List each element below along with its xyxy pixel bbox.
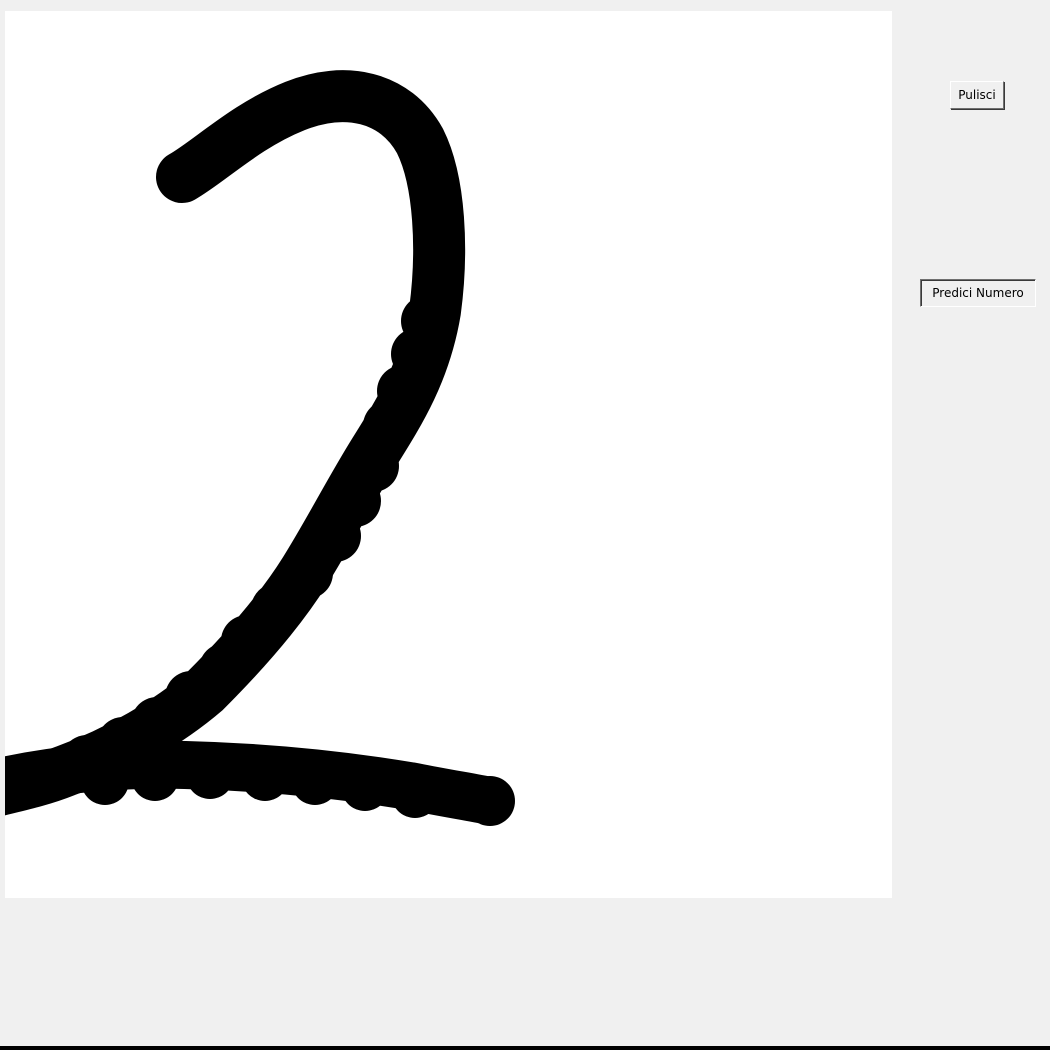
app-window: Pulisci Predici Numero	[0, 0, 1050, 1050]
handwritten-digit-stroke	[5, 70, 515, 826]
predict-number-button[interactable]: Predici Numero	[920, 279, 1036, 307]
clear-button[interactable]: Pulisci	[950, 81, 1004, 109]
drawing-canvas[interactable]	[5, 11, 892, 898]
bottom-border	[0, 1046, 1050, 1050]
